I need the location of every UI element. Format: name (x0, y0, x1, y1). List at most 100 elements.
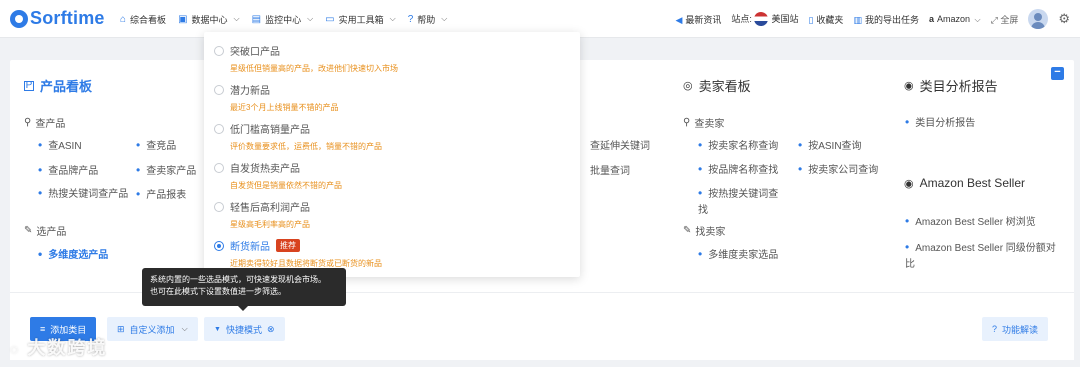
option-low-barrier[interactable]: 低门槛高销量产品 评价数量要求低，运费低，销量不错的产品 (214, 121, 382, 152)
site-label: 站点: (731, 13, 752, 24)
best-seller-title: ◉ Amazon Best Seller (904, 176, 1025, 190)
option-title: 突破口产品 (230, 47, 280, 58)
image-icon: ▣ (178, 13, 188, 25)
radio-icon[interactable] (214, 162, 224, 173)
home-icon: ⌂ (120, 13, 127, 25)
export-icon: ▥ (853, 14, 862, 25)
site-value: 美国站 (771, 13, 799, 24)
nav-item-help[interactable]: ? 帮助 ⌵ (408, 13, 448, 26)
plus-box-icon: ⊞ (117, 323, 125, 334)
favorites-label: 收藏夹 (816, 14, 844, 25)
brand-logo[interactable]: Sorftime (10, 8, 105, 29)
chevron-down-icon: ⌵ (974, 14, 981, 24)
radio-icon[interactable] (214, 84, 224, 95)
radio-selected-icon[interactable] (214, 240, 224, 251)
nav-item-data-center[interactable]: ▣ 数据中心 ⌵ (178, 13, 240, 26)
list-add-icon: ≡ (40, 324, 46, 334)
tooltip-line-1: 系统内置的一些选品模式，可快速发现机会市场。 (150, 275, 326, 284)
news-link[interactable]: ◀ 最新资讯 (675, 13, 721, 26)
fullscreen-label: 全屏 (1000, 14, 1019, 25)
us-flag-icon (754, 12, 769, 27)
nav-label: 帮助 (417, 14, 436, 25)
option-potential-new[interactable]: 潜力新品 最近3个月上线销量不错的产品 (214, 82, 338, 113)
option-breakthrough[interactable]: 突破口产品 星级低但销量高的产品，改进他们快速切入市场 (214, 43, 398, 74)
nav-item-monitor-center[interactable]: ▤ 监控中心 ⌵ (252, 13, 314, 26)
link-batch-keywords[interactable]: 批量查词 (590, 162, 630, 180)
seller-icon: ◎ (683, 80, 693, 92)
link-best-seller-tree[interactable]: Amazon Best Seller 树浏览 (905, 213, 1036, 231)
news-label: 最新资讯 (685, 14, 722, 25)
fullscreen-icon: ⤢ (990, 14, 998, 25)
link-asin-query[interactable]: 按ASIN查询 (798, 137, 861, 155)
help-icon: ? (407, 13, 414, 25)
chevron-down-icon: ⌵ (307, 14, 314, 23)
custom-add-label: 自定义添加 (129, 324, 175, 335)
quick-mode-button[interactable]: ▼ 快捷模式 ⊗ (204, 317, 285, 341)
option-desc: 最近3个月上线销量不错的产品 (230, 103, 339, 112)
watermark: ◌ 大数跨境 (10, 334, 107, 360)
collapse-button[interactable]: − (1051, 67, 1064, 80)
link-asin[interactable]: 查ASIN (38, 137, 81, 155)
nav-label: 数据中心 (191, 14, 228, 25)
find-products-label: 查产品 (35, 119, 66, 130)
option-title: 低门槛高销量产品 (230, 125, 310, 136)
platform-selector[interactable]: a Amazon ⌵ (929, 14, 981, 25)
link-competitors[interactable]: 查竞品 (136, 137, 176, 155)
link-multi-dim-seller[interactable]: 多维度卖家选品 (698, 246, 778, 264)
report-icon: ◉ (904, 80, 914, 92)
export-tasks-link[interactable]: ▥ 我的导出任务 (853, 13, 919, 26)
link-product-report[interactable]: 产品报表 (136, 186, 186, 204)
link-brand-name[interactable]: 按品牌名称查找 (698, 161, 778, 179)
fullscreen-button[interactable]: ⤢ 全屏 (991, 13, 1019, 26)
radio-icon[interactable] (214, 45, 224, 56)
export-label: 我的导出任务 (864, 14, 919, 25)
link-seller-name[interactable]: 按卖家名称查询 (698, 137, 778, 155)
link-seller-products[interactable]: 查卖家产品 (136, 162, 196, 180)
link-category-report[interactable]: 类目分析报告 (905, 114, 975, 132)
gear-icon[interactable]: ⚙ (1058, 11, 1070, 27)
option-title: 潜力新品 (230, 86, 270, 97)
custom-add-button[interactable]: ⊞ 自定义添加 ⌵ (107, 317, 198, 341)
link-best-seller-share[interactable]: Amazon Best Seller 同级份额对比 (905, 239, 1065, 273)
link-brand-products[interactable]: 查品牌产品 (38, 162, 98, 180)
nav-item-toolbox[interactable]: ▭ 实用工具箱 ⌵ (325, 13, 396, 26)
edit-icon: ✎ (683, 225, 692, 236)
close-circle-icon[interactable]: ⊗ (267, 324, 275, 335)
link-hot-keyword-seller[interactable]: 按热搜关键词查找 (698, 185, 788, 219)
option-title: 自发货热卖产品 (230, 164, 300, 175)
search-icon: ⚲ (24, 117, 32, 128)
pick-seller-heading: ✎ 找卖家 (683, 223, 725, 238)
nav-item-dashboard[interactable]: ⌂ 综合看板 (120, 13, 166, 26)
watermark-icon: ◌ (10, 341, 21, 357)
category-report-title-text: 类目分析报告 (919, 79, 998, 94)
avatar[interactable] (1028, 9, 1049, 29)
option-desc: 星级高毛利率高的产品 (230, 220, 310, 229)
option-desc: 星级低但销量高的产品，改进他们快速切入市场 (230, 64, 398, 73)
seller-board-title: ◎ 卖家看板 (683, 76, 751, 95)
find-products-heading: ⚲ 查产品 (24, 115, 65, 130)
option-desc: 自发货但是销量依然不错的产品 (230, 181, 342, 190)
option-out-of-stock-new[interactable]: 断货新品 推荐 近期卖得较好且数据将断货或已断货的新品 (214, 238, 382, 269)
select-products-label: 选产品 (36, 227, 67, 238)
chevron-down-icon: ⌵ (441, 14, 448, 23)
product-board-title: P 产品看板 (24, 76, 92, 95)
site-selector[interactable]: 站点: 美国站 (731, 12, 798, 27)
option-high-margin[interactable]: 轻售后高利润产品 星级高毛利率高的产品 (214, 199, 310, 230)
pick-seller-label: 找卖家 (695, 227, 726, 238)
feature-explain-button[interactable]: ? 功能解读 (982, 317, 1049, 341)
favorites-link[interactable]: ▯ 收藏夹 (808, 13, 843, 26)
tooltip-line-2: 也可在此模式下设置数值进一步筛选。 (150, 287, 286, 296)
radio-icon[interactable] (214, 123, 224, 134)
doc-icon: ▤ (251, 13, 262, 25)
option-title: 断货新品 (230, 242, 270, 253)
link-seller-company[interactable]: 按卖家公司查询 (798, 161, 878, 179)
link-multi-dim-select[interactable]: 多维度选产品 (38, 246, 108, 264)
radio-icon[interactable] (214, 201, 224, 212)
platform-value: Amazon (936, 13, 971, 24)
link-extended-keywords[interactable]: 查延伸关键词 (590, 137, 650, 155)
chevron-down-icon: ⌵ (389, 14, 396, 23)
link-hot-keyword-products[interactable]: 热搜关键词查产品 (38, 185, 130, 203)
nav-label: 实用工具箱 (338, 14, 384, 25)
option-fbm-hot[interactable]: 自发货热卖产品 自发货但是销量依然不错的产品 (214, 160, 342, 191)
nav-label: 综合看板 (130, 14, 167, 25)
